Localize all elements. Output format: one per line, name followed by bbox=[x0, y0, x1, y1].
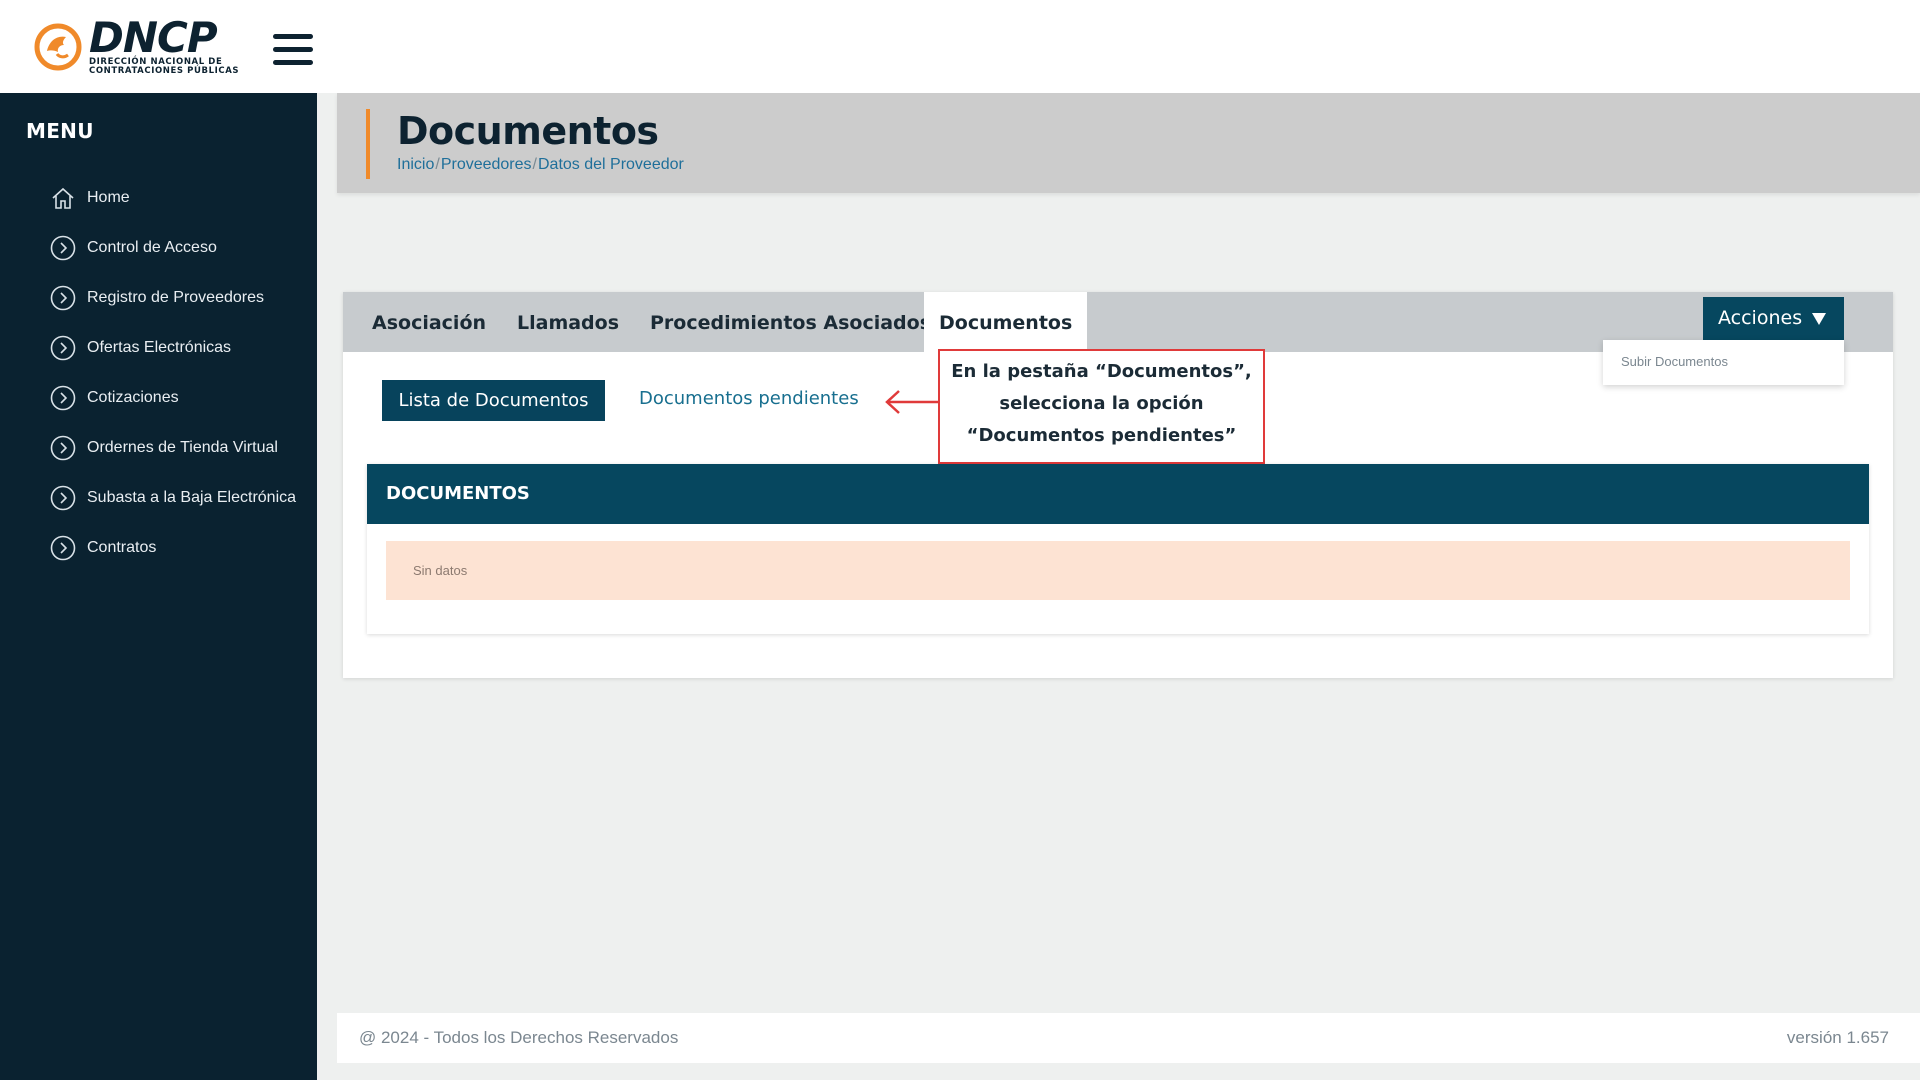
acciones-button[interactable]: Acciones bbox=[1703, 297, 1844, 340]
sidebar-item-label: Cotizaciones bbox=[87, 389, 179, 406]
hamburger-menu-icon[interactable] bbox=[273, 34, 313, 70]
footer: @ 2024 - Todos los Derechos Reservados v… bbox=[337, 1013, 1920, 1063]
sidebar-item-control-de-acceso[interactable]: Control de Acceso bbox=[50, 223, 296, 273]
dncp-logo[interactable]: DNCP DIRECCIÓN NACIONAL DE CONTRATACIONE… bbox=[33, 13, 240, 76]
lista-de-documentos-button[interactable]: Lista de Documentos bbox=[382, 380, 605, 421]
tab-llamados[interactable]: Llamados bbox=[502, 292, 634, 352]
sidebar-item-registro-de-proveedores[interactable]: Registro de Proveedores bbox=[50, 273, 296, 323]
title-accent-bar bbox=[366, 109, 370, 179]
caret-down-icon bbox=[1812, 312, 1827, 325]
chevron-circle-icon bbox=[50, 435, 76, 461]
tab-documentos[interactable]: Documentos bbox=[924, 292, 1088, 352]
sidebar-item-label: Home bbox=[87, 189, 130, 206]
tab-procedimientos-asociados[interactable]: Procedimientos Asociados bbox=[635, 292, 946, 352]
sidebar-item-subasta-a-la-baja[interactable]: Subasta a la Baja Electrónica bbox=[50, 473, 296, 523]
breadcrumb-proveedores[interactable]: Proveedores bbox=[441, 156, 532, 173]
menu-item-subir-documentos[interactable]: Subir Documentos bbox=[1621, 354, 1728, 369]
top-header: DNCP DIRECCIÓN NACIONAL DE CONTRATACIONE… bbox=[0, 0, 1920, 93]
sidebar: MENU Home Control de Acceso Registro de … bbox=[0, 93, 317, 1080]
sidebar-item-contratos[interactable]: Contratos bbox=[50, 523, 296, 573]
chevron-circle-icon bbox=[50, 285, 76, 311]
provider-card: Asociación Llamados Procedimientos Asoci… bbox=[343, 292, 1893, 678]
sidebar-item-label: Ordernes de Tienda Virtual bbox=[87, 439, 278, 456]
chevron-circle-icon bbox=[50, 535, 76, 561]
annotation-callout: En la pestaña “Documentos”, selecciona l… bbox=[938, 349, 1265, 464]
sidebar-item-label: Contratos bbox=[87, 539, 157, 556]
chevron-circle-icon bbox=[50, 385, 76, 411]
sidebar-menu: Home Control de Acceso Registro de Prove… bbox=[50, 173, 296, 573]
annotation-line: selecciona la opción bbox=[999, 393, 1204, 414]
logo-subtitle-line2: CONTRATACIONES PÚBLICAS bbox=[89, 66, 240, 76]
page-header: Documentos Inicio/Proveedores/Datos del … bbox=[337, 93, 1920, 193]
sidebar-item-label: Control de Acceso bbox=[87, 239, 217, 256]
breadcrumb-separator: / bbox=[435, 156, 440, 173]
sidebar-item-ordernes-de-tienda-virtual[interactable]: Ordernes de Tienda Virtual bbox=[50, 423, 296, 473]
sidebar-item-cotizaciones[interactable]: Cotizaciones bbox=[50, 373, 296, 423]
logo-title: DNCP bbox=[89, 13, 218, 62]
annotation-line: “Documentos pendientes” bbox=[966, 425, 1237, 446]
sidebar-item-label: Subasta a la Baja Electrónica bbox=[87, 489, 297, 506]
empty-state-message: Sin datos bbox=[386, 541, 1850, 600]
documentos-pendientes-link[interactable]: Documentos pendientes bbox=[639, 388, 859, 409]
annotation-line: En la pestaña “Documentos”, bbox=[951, 361, 1252, 382]
documents-panel-header: DOCUMENTOS bbox=[367, 464, 1869, 524]
sidebar-title: MENU bbox=[26, 119, 94, 143]
footer-copyright: @ 2024 - Todos los Derechos Reservados bbox=[359, 1028, 679, 1047]
home-icon bbox=[52, 187, 74, 209]
acciones-dropdown: Subir Documentos bbox=[1603, 340, 1844, 385]
documents-panel: DOCUMENTOS Sin datos bbox=[367, 464, 1869, 634]
breadcrumb-inicio[interactable]: Inicio bbox=[397, 156, 434, 173]
breadcrumb: Inicio/Proveedores/Datos del Proveedor bbox=[397, 156, 684, 174]
chevron-circle-icon bbox=[50, 485, 76, 511]
dncp-emblem-icon bbox=[34, 23, 82, 71]
breadcrumb-datos-del-proveedor[interactable]: Datos del Proveedor bbox=[538, 156, 684, 173]
sidebar-item-home[interactable]: Home bbox=[50, 173, 296, 223]
annotation-arrow-icon bbox=[885, 390, 939, 414]
page-title: Documentos bbox=[397, 109, 659, 153]
tab-asociacion[interactable]: Asociación bbox=[357, 292, 501, 352]
chevron-circle-icon bbox=[50, 335, 76, 361]
breadcrumb-separator: / bbox=[532, 156, 537, 173]
sidebar-item-label: Registro de Proveedores bbox=[87, 289, 264, 306]
sidebar-item-label: Ofertas Electrónicas bbox=[87, 339, 232, 356]
chevron-circle-icon bbox=[50, 235, 76, 261]
sidebar-item-ofertas-electronicas[interactable]: Ofertas Electrónicas bbox=[50, 323, 296, 373]
footer-version: versión 1.657 bbox=[1786, 1028, 1889, 1047]
acciones-label: Acciones bbox=[1718, 307, 1803, 329]
